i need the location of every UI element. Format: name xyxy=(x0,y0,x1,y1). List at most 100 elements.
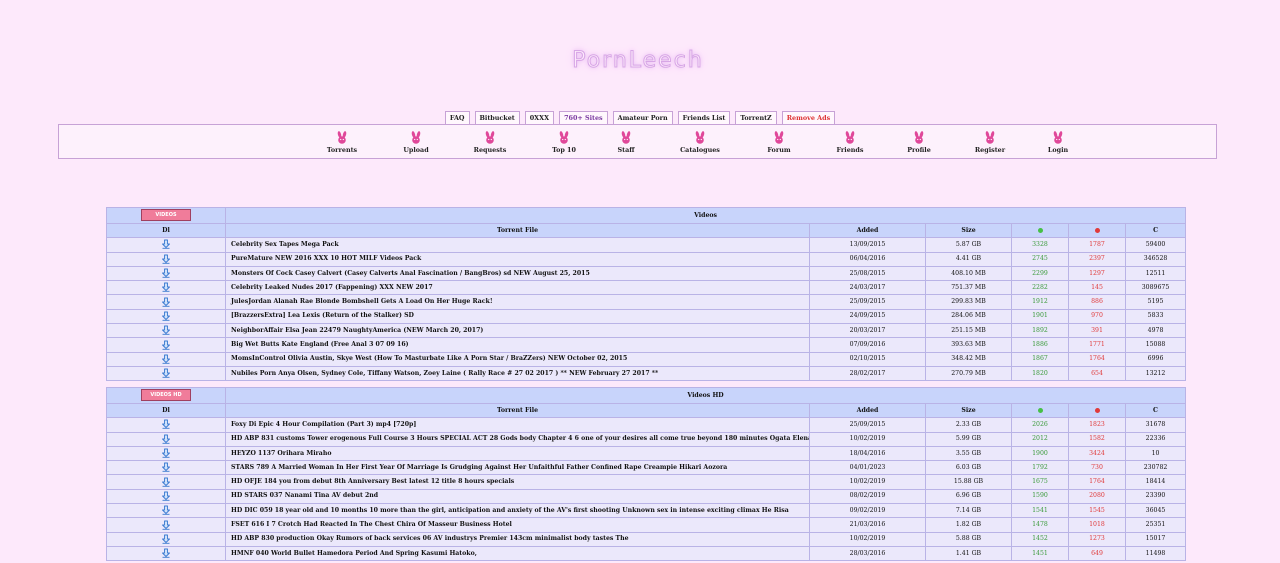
torrent-name-link[interactable]: HD STARS 037 Nanami Tina AV debut 2nd xyxy=(225,488,810,505)
leechers-count[interactable]: 1018 xyxy=(1068,517,1126,533)
leechers-count[interactable]: 654 xyxy=(1068,365,1126,382)
download-cell[interactable] xyxy=(106,365,226,382)
download-cell[interactable] xyxy=(106,280,226,296)
nav-catalogues[interactable]: Catalogues xyxy=(670,131,730,154)
seeders-count[interactable]: 1901 xyxy=(1011,308,1069,325)
category-badge[interactable]: VIDEOS xyxy=(141,209,191,222)
nav-torrents[interactable]: Torrents xyxy=(312,131,372,154)
completed-count[interactable]: 13212 xyxy=(1124,365,1187,382)
torrent-name-link[interactable]: STARS 789 A Married Woman In Her First Y… xyxy=(225,460,810,476)
col-leechers[interactable] xyxy=(1068,402,1126,419)
download-icon[interactable] xyxy=(161,282,171,293)
leechers-count[interactable]: 730 xyxy=(1068,460,1126,476)
category-badge-cell[interactable]: VIDEOS HD xyxy=(106,387,226,404)
leechers-count[interactable]: 970 xyxy=(1068,308,1126,325)
torrent-name-link[interactable]: JulesJordan Alanah Rae Blonde Bombshell … xyxy=(225,294,810,310)
seeders-count[interactable]: 3328 xyxy=(1011,237,1069,253)
leechers-count[interactable]: 2080 xyxy=(1068,488,1126,505)
leechers-count[interactable]: 391 xyxy=(1068,323,1126,339)
download-icon[interactable] xyxy=(161,462,171,473)
torrent-name-link[interactable]: Foxy Di Epic 4 Hour Compilation (Part 3)… xyxy=(225,417,810,433)
download-icon[interactable] xyxy=(161,239,171,250)
torrent-name-link[interactable]: PureMature NEW 2016 XXX 10 HOT MILF Vide… xyxy=(225,251,810,267)
torrent-name-link[interactable]: Celebrity Leaked Nudes 2017 (Fappening) … xyxy=(225,280,810,296)
seeders-count[interactable]: 2745 xyxy=(1011,251,1069,267)
col-added[interactable]: Added xyxy=(809,222,926,239)
leechers-count[interactable]: 3424 xyxy=(1068,445,1126,462)
col-seeders[interactable] xyxy=(1011,402,1069,419)
download-cell[interactable] xyxy=(106,323,226,339)
download-cell[interactable] xyxy=(106,488,226,505)
nav-forum[interactable]: Forum xyxy=(749,131,809,154)
download-cell[interactable] xyxy=(106,237,226,253)
seeders-count[interactable]: 1912 xyxy=(1011,294,1069,310)
col-seeders[interactable] xyxy=(1011,222,1069,239)
seeders-count[interactable]: 1892 xyxy=(1011,323,1069,339)
leechers-count[interactable]: 1771 xyxy=(1068,337,1126,353)
completed-count[interactable]: 4978 xyxy=(1124,323,1187,339)
seeders-count[interactable]: 1867 xyxy=(1011,351,1069,367)
download-icon[interactable] xyxy=(161,254,171,264)
download-cell[interactable] xyxy=(106,517,226,533)
download-cell[interactable] xyxy=(106,431,226,447)
seeders-count[interactable]: 1900 xyxy=(1011,445,1069,462)
completed-count[interactable]: 346528 xyxy=(1124,251,1187,267)
torrent-name-link[interactable]: Nubiles Porn Anya Olsen, Sydney Cole, Ti… xyxy=(225,365,810,382)
completed-count[interactable]: 10 xyxy=(1124,445,1187,462)
torrent-name-link[interactable]: MomsInControl Olivia Austin, Skye West (… xyxy=(225,351,810,367)
completed-count[interactable]: 18414 xyxy=(1124,474,1187,490)
seeders-count[interactable]: 2282 xyxy=(1011,280,1069,296)
nav-friends[interactable]: Friends xyxy=(820,131,880,154)
download-cell[interactable] xyxy=(106,417,226,433)
completed-count[interactable]: 5195 xyxy=(1124,294,1187,310)
seeders-count[interactable]: 1590 xyxy=(1011,488,1069,505)
download-icon[interactable] xyxy=(161,491,171,501)
completed-count[interactable]: 6996 xyxy=(1124,351,1187,367)
category-badge-cell[interactable]: VIDEOS xyxy=(106,207,226,224)
leechers-count[interactable]: 1764 xyxy=(1068,474,1126,490)
download-icon[interactable] xyxy=(161,268,171,278)
torrent-name-link[interactable]: HD OFJE 184 you from debut 8th Anniversa… xyxy=(225,474,810,490)
torrent-name-link[interactable]: HD ABP 830 production Okay Rumors of bac… xyxy=(225,531,810,547)
leechers-count[interactable]: 1297 xyxy=(1068,265,1126,282)
col-size[interactable]: Size xyxy=(925,402,1012,419)
leechers-count[interactable]: 1273 xyxy=(1068,531,1126,547)
torrent-name-link[interactable]: HEYZO 1137 Orihara Miraho xyxy=(225,445,810,462)
download-icon[interactable] xyxy=(161,311,171,321)
completed-count[interactable]: 23390 xyxy=(1124,488,1187,505)
download-cell[interactable] xyxy=(106,503,226,519)
download-icon[interactable] xyxy=(161,434,171,444)
download-icon[interactable] xyxy=(161,297,171,307)
torrent-name-link[interactable]: Celebrity Sex Tapes Mega Pack xyxy=(225,237,810,253)
site-logo[interactable]: PornLeech xyxy=(530,48,746,78)
download-cell[interactable] xyxy=(106,337,226,353)
download-icon[interactable] xyxy=(161,368,171,378)
seeders-count[interactable]: 1820 xyxy=(1011,365,1069,382)
col-completed[interactable]: C xyxy=(1124,402,1187,419)
nav-requests[interactable]: Requests xyxy=(460,131,520,154)
download-icon[interactable] xyxy=(161,534,171,544)
download-cell[interactable] xyxy=(106,294,226,310)
seeders-count[interactable]: 1452 xyxy=(1011,531,1069,547)
leechers-count[interactable]: 145 xyxy=(1068,280,1126,296)
nav-staff[interactable]: Staff xyxy=(596,131,656,154)
torrent-name-link[interactable]: NeighborAffair Elsa Jean 22479 NaughtyAm… xyxy=(225,323,810,339)
torrent-name-link[interactable]: [BrazzersExtra] Lea Lexis (Return of the… xyxy=(225,308,810,325)
download-icon[interactable] xyxy=(161,548,171,558)
seeders-count[interactable]: 2299 xyxy=(1011,265,1069,282)
completed-count[interactable]: 11498 xyxy=(1124,545,1187,562)
download-cell[interactable] xyxy=(106,460,226,476)
torrent-name-link[interactable]: HD ABP 831 customs Tower erogenous Full … xyxy=(225,431,810,447)
leechers-count[interactable]: 2397 xyxy=(1068,251,1126,267)
leechers-count[interactable]: 1764 xyxy=(1068,351,1126,367)
download-icon[interactable] xyxy=(161,419,171,430)
completed-count[interactable]: 3089675 xyxy=(1124,280,1187,296)
seeders-count[interactable]: 1451 xyxy=(1011,545,1069,562)
col-torrent-file[interactable]: Torrent File xyxy=(225,222,810,239)
download-cell[interactable] xyxy=(106,251,226,267)
col-torrent-file[interactable]: Torrent File xyxy=(225,402,810,419)
completed-count[interactable]: 22336 xyxy=(1124,431,1187,447)
nav-profile[interactable]: Profile xyxy=(889,131,949,154)
download-icon[interactable] xyxy=(161,340,171,350)
completed-count[interactable]: 230782 xyxy=(1124,460,1187,476)
